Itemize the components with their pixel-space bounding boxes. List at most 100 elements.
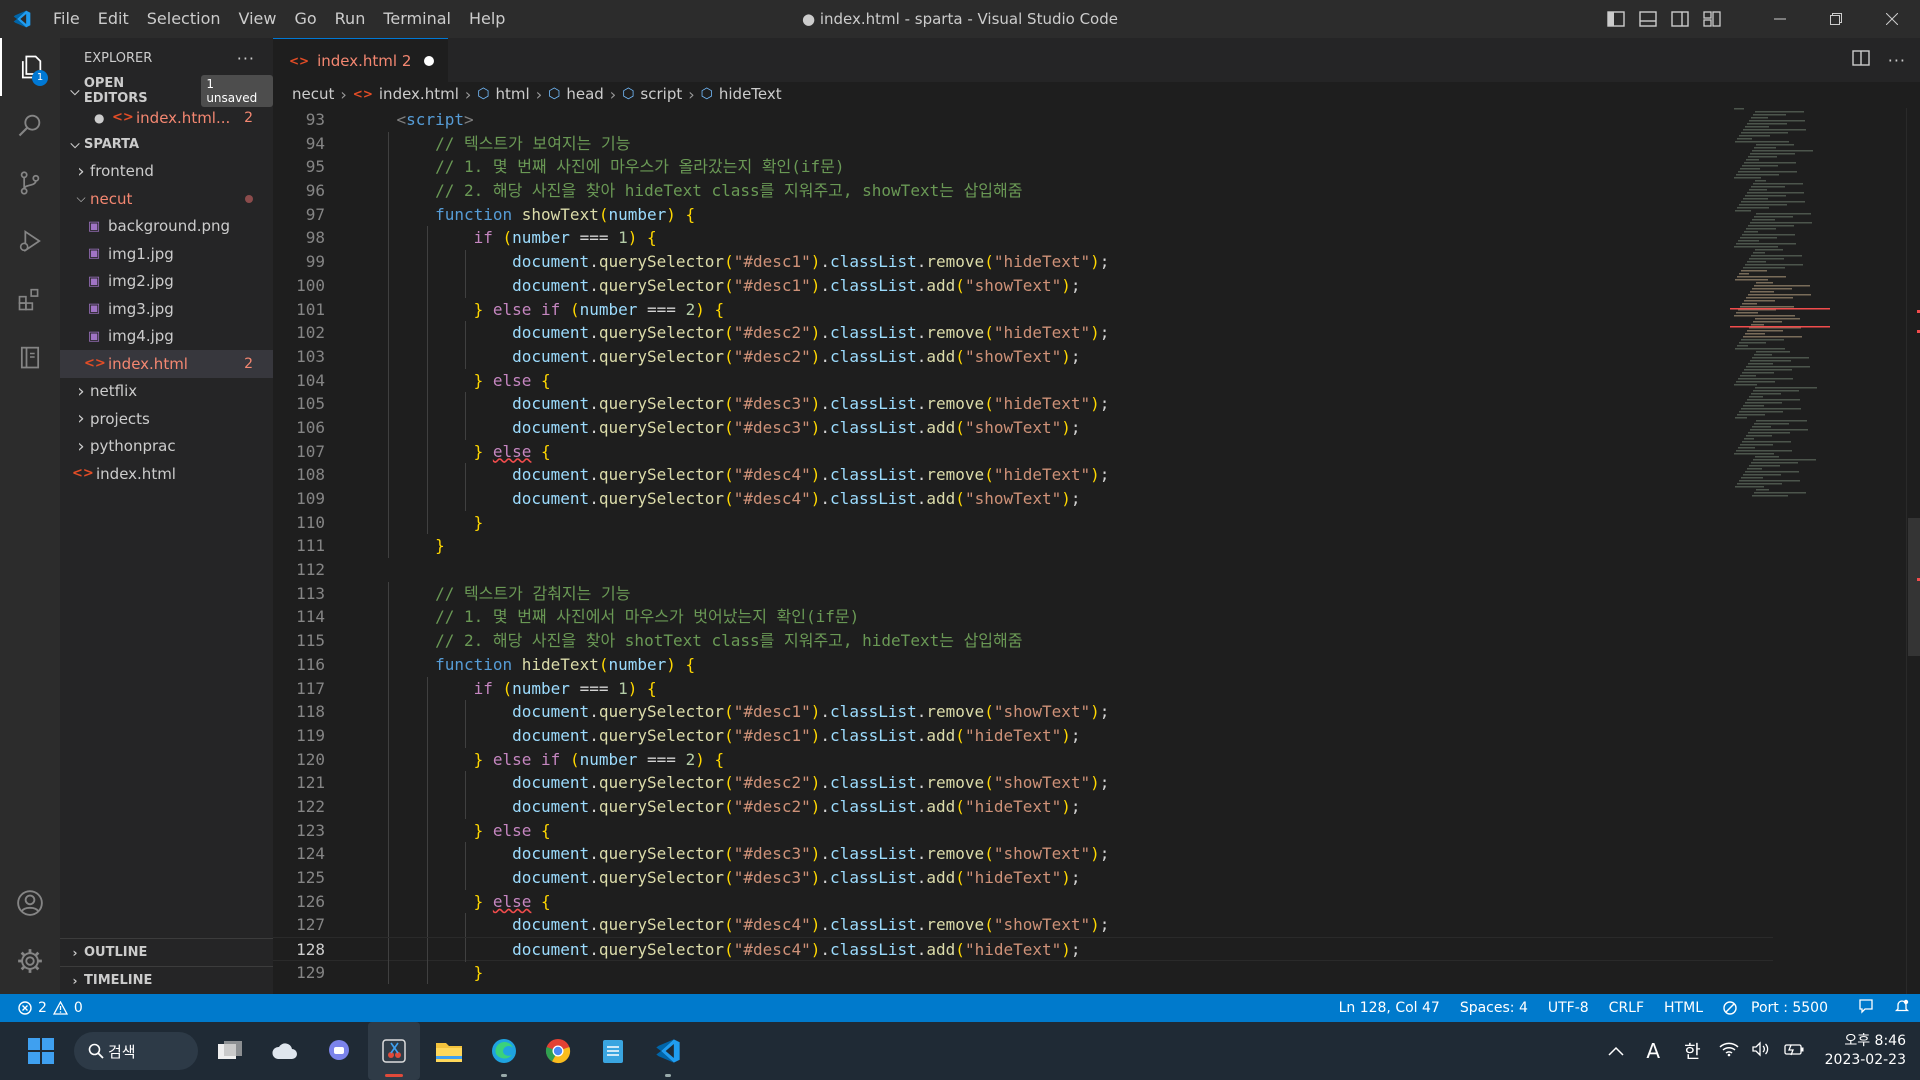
minimize-button[interactable] [1752, 0, 1808, 38]
encoding[interactable]: UTF-8 [1538, 1000, 1599, 1016]
code-line[interactable]: 120 } else if (number === 2) { [273, 747, 1773, 772]
toggle-primary-sidebar-icon[interactable] [1600, 0, 1632, 38]
code-line[interactable]: 110 } [273, 510, 1773, 535]
file-explorer-icon[interactable] [423, 1022, 475, 1080]
workspace-section[interactable]: ⌵ SPARTA [60, 132, 273, 158]
outline-section[interactable]: › OUTLINE [60, 938, 273, 966]
code-line[interactable]: 127 document.querySelector("#desc4").cla… [273, 913, 1773, 938]
edge-browser-icon[interactable] [478, 1022, 530, 1080]
explorer-icon[interactable]: 1 [0, 38, 60, 96]
run-and-debug-icon[interactable] [0, 212, 60, 270]
volume-icon[interactable] [1745, 1041, 1777, 1061]
code-line[interactable]: 113 // 텍스트가 감춰지는 기능 [273, 581, 1773, 606]
breadcrumb-item[interactable]: index.html [379, 85, 459, 103]
source-control-icon[interactable] [0, 154, 60, 212]
folder-necut[interactable]: ⌵ necut [60, 185, 273, 213]
code-line[interactable]: 116 function hideText(number) { [273, 652, 1773, 677]
problems-indicator[interactable]: 2 0 [0, 1000, 83, 1016]
code-line[interactable]: 118 document.querySelector("#desc1").cla… [273, 700, 1773, 724]
code-line[interactable]: 101 } else if (number === 2) { [273, 297, 1773, 322]
timeline-section[interactable]: › TIMELINE [60, 966, 273, 994]
battery-icon[interactable] [1777, 1041, 1811, 1061]
menu-help[interactable]: Help [460, 0, 514, 38]
restore-button[interactable] [1808, 0, 1864, 38]
toggle-panel-icon[interactable] [1632, 0, 1664, 38]
vertical-scrollbar[interactable] [1906, 108, 1920, 994]
snipping-tool-icon[interactable] [368, 1022, 420, 1080]
breadcrumb-item[interactable]: hideText [719, 85, 782, 103]
code-line[interactable]: 124 document.querySelector("#desc3").cla… [273, 842, 1773, 866]
minimap[interactable] [1730, 108, 1830, 508]
remote-explorer-icon[interactable] [0, 328, 60, 386]
open-editors-section[interactable]: ⌵ OPEN EDITORS 1 unsaved [60, 75, 274, 107]
extensions-icon[interactable] [0, 270, 60, 328]
customize-layout-icon[interactable] [1696, 0, 1728, 38]
code-line[interactable]: 98 if (number === 1) { [273, 226, 1773, 251]
file-background-png[interactable]: ▣ background.png [60, 213, 273, 241]
code-line[interactable]: 93 <script> [273, 108, 1773, 132]
code-line[interactable]: 100 document.querySelector("#desc1").cla… [273, 273, 1773, 298]
notepad-icon[interactable] [587, 1022, 639, 1080]
chevron-up-icon[interactable] [1598, 1042, 1634, 1060]
code-line[interactable]: 119 document.querySelector("#desc1").cla… [273, 723, 1773, 748]
code-line[interactable]: 97 function showText(number) { [273, 202, 1773, 227]
scrollbar-thumb[interactable] [1908, 518, 1920, 656]
folder-pythonprac[interactable]: › pythonprac [60, 433, 273, 461]
code-line[interactable]: 112 [273, 558, 1773, 582]
breadcrumb-item[interactable]: script [640, 85, 682, 103]
code-line[interactable]: 102 document.querySelector("#desc2").cla… [273, 321, 1773, 345]
code-line[interactable]: 104 } else { [273, 368, 1773, 393]
vscode-logo-icon[interactable] [0, 0, 44, 38]
manage-gear-icon[interactable] [0, 932, 60, 990]
code-line[interactable]: 126 } else { [273, 889, 1773, 914]
file-index-html[interactable]: <> index.html [60, 460, 273, 488]
search-icon[interactable] [0, 96, 60, 154]
code-line[interactable]: 105 document.querySelector("#desc3").cla… [273, 392, 1773, 416]
file-img2-jpg[interactable]: ▣ img2.jpg [60, 268, 273, 296]
code-line[interactable]: 99 document.querySelector("#desc1").clas… [273, 250, 1773, 274]
cursor-position[interactable]: Ln 128, Col 47 [1329, 1000, 1450, 1016]
clock[interactable]: 오후 8:46 2023-02-23 [1811, 1032, 1920, 1070]
code-line[interactable]: 121 document.querySelector("#desc2").cla… [273, 771, 1773, 795]
tab-index-html[interactable]: <> index.html 2 [273, 38, 448, 82]
menu-go[interactable]: Go [285, 0, 325, 38]
ime-mode-a[interactable]: A [1634, 1039, 1672, 1063]
breadcrumb-item[interactable]: necut [292, 85, 334, 103]
windows-start-icon[interactable] [15, 1022, 67, 1080]
breadcrumb-item[interactable]: html [496, 85, 530, 103]
notifications-bell-icon[interactable] [1884, 998, 1920, 1018]
unsaved-dot-icon[interactable]: ● [94, 111, 112, 125]
folder-projects[interactable]: › projects [60, 405, 273, 433]
menu-edit[interactable]: Edit [89, 0, 138, 38]
menu-view[interactable]: View [230, 0, 286, 38]
menu-file[interactable]: File [44, 0, 89, 38]
code-line[interactable]: 106 document.querySelector("#desc3").cla… [273, 415, 1773, 440]
code-line[interactable]: 115 // 2. 해당 사진을 찾아 shotText class를 지워주고… [273, 629, 1773, 653]
code-line[interactable]: 96 // 2. 해당 사진을 찾아 hideText class를 지워주고,… [273, 179, 1773, 203]
code-line[interactable]: 125 document.querySelector("#desc3").cla… [273, 866, 1773, 890]
folder-frontend[interactable]: › frontend [60, 158, 273, 186]
taskbar-search[interactable]: 검색 [74, 1032, 198, 1070]
indentation[interactable]: Spaces: 4 [1450, 1000, 1538, 1016]
split-editor-icon[interactable] [1852, 50, 1870, 70]
feedback-icon[interactable] [1848, 998, 1884, 1018]
explorer-more-actions-icon[interactable]: ··· [237, 49, 255, 68]
task-view-icon[interactable] [204, 1022, 256, 1080]
live-server-port[interactable]: Port : 5500 [1713, 1000, 1848, 1016]
code-line[interactable]: 129 } [273, 960, 1773, 985]
code-line[interactable]: 122 document.querySelector("#desc2").cla… [273, 794, 1773, 819]
wifi-icon[interactable] [1713, 1041, 1745, 1061]
breadcrumb-item[interactable]: head [566, 85, 603, 103]
code-line[interactable]: 111 } [273, 534, 1773, 559]
folder-netflix[interactable]: › netflix [60, 378, 273, 406]
open-editor-item[interactable]: ● <> index.html... 2 [60, 104, 273, 132]
code-line[interactable]: 114 // 1. 몇 번째 사진에서 마우스가 벗어났는지 확인(if문) [273, 605, 1773, 630]
unsaved-dot-icon[interactable] [424, 55, 434, 66]
file-img3-jpg[interactable]: ▣ img3.jpg [60, 295, 273, 323]
code-line[interactable]: 117 if (number === 1) { [273, 676, 1773, 701]
code-line[interactable]: 103 document.querySelector("#desc2").cla… [273, 344, 1773, 369]
chrome-browser-icon[interactable] [532, 1022, 584, 1080]
code-line[interactable]: 128 document.querySelector("#desc4").cla… [273, 937, 1773, 962]
close-button[interactable] [1864, 0, 1920, 38]
menu-terminal[interactable]: Terminal [374, 0, 460, 38]
